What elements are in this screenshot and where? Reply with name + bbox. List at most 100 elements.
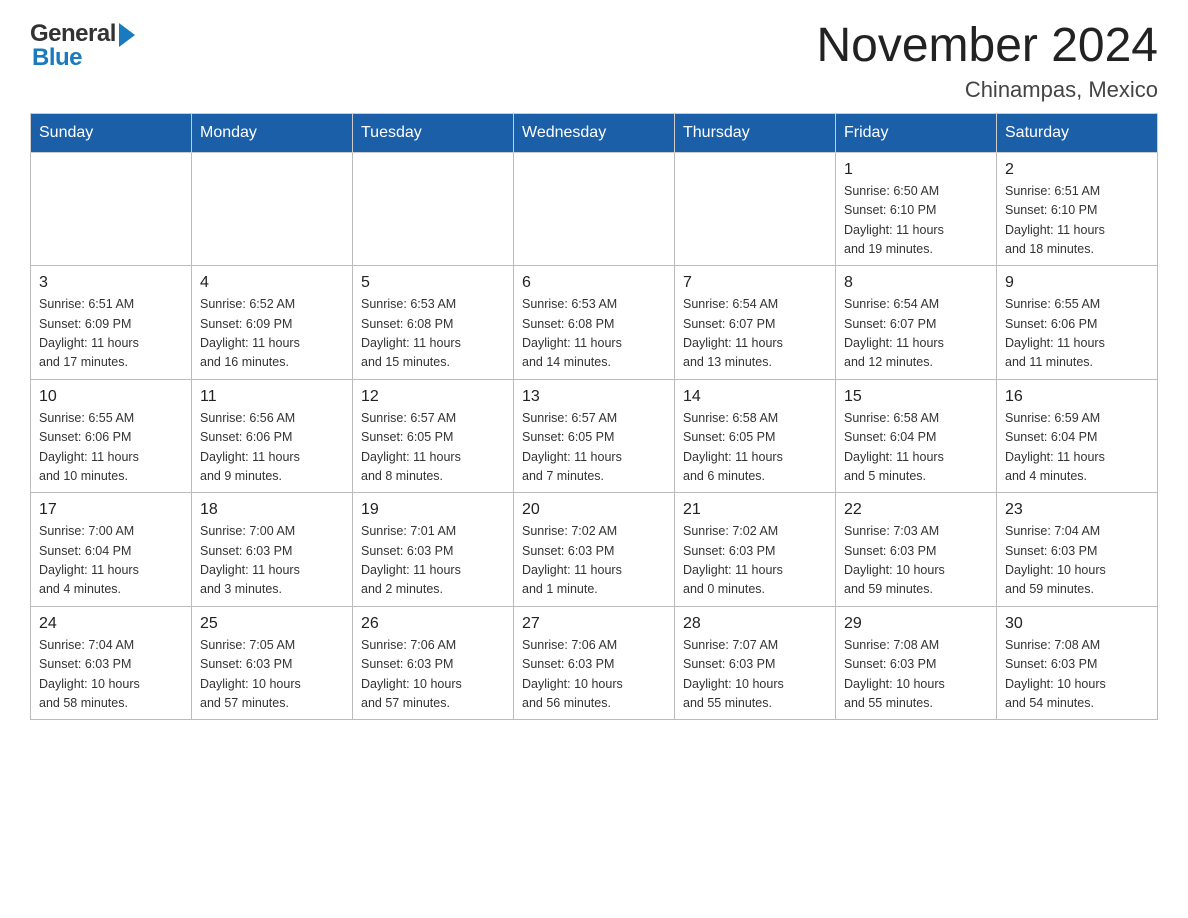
page-header: General Blue November 2024 Chinampas, Me… (30, 20, 1158, 103)
calendar-cell: 14 Sunrise: 6:58 AM Sunset: 6:05 PM Dayli… (675, 379, 836, 493)
day-info: Sunrise: 7:04 AM Sunset: 6:03 PM Dayligh… (39, 636, 183, 714)
day-number: 26 (361, 615, 505, 633)
calendar-cell: 5Sunrise: 6:53 AM Sunset: 6:08 PM Daylig… (353, 266, 514, 380)
day-info: Sunrise: 6:54 AM Sunset: 6:07 PM Dayligh… (844, 295, 988, 373)
calendar-week-1: 1 Sunrise: 6:50 AM Sunset: 6:10 PM Daylig… (31, 152, 1158, 266)
day-number: 19 (361, 501, 505, 519)
day-info: Sunrise: 6:58 AM Sunset: 6:05 PM Dayligh… (683, 409, 827, 487)
day-info: Sunrise: 6:58 AM Sunset: 6:04 PM Dayligh… (844, 409, 988, 487)
calendar-cell: 1 Sunrise: 6:50 AM Sunset: 6:10 PM Daylig… (836, 152, 997, 266)
logo-arrow-icon (119, 23, 135, 47)
day-info: Sunrise: 6:56 AM Sunset: 6:06 PM Dayligh… (200, 409, 344, 487)
day-info: Sunrise: 6:51 AM Sunset: 6:09 PM Dayligh… (39, 295, 183, 373)
calendar-week-5: 24 Sunrise: 7:04 AM Sunset: 6:03 PM Dayli… (31, 606, 1158, 720)
weekday-header-row: SundayMondayTuesdayWednesdayThursdayFrid… (31, 113, 1158, 152)
calendar-week-4: 17Sunrise: 7:00 AM Sunset: 6:04 PM Dayli… (31, 493, 1158, 607)
day-number: 16 (1005, 388, 1149, 406)
calendar-cell: 23 Sunrise: 7:04 AM Sunset: 6:03 PM Dayli… (997, 493, 1158, 607)
day-number: 10 (39, 388, 183, 406)
day-number: 29 (844, 615, 988, 633)
day-number: 25 (200, 615, 344, 633)
day-info: Sunrise: 6:59 AM Sunset: 6:04 PM Dayligh… (1005, 409, 1149, 487)
day-info: Sunrise: 7:07 AM Sunset: 6:03 PM Dayligh… (683, 636, 827, 714)
logo-blue-text: Blue (32, 44, 82, 72)
title-area: November 2024 Chinampas, Mexico (816, 20, 1158, 103)
calendar-cell: 21 Sunrise: 7:02 AM Sunset: 6:03 PM Dayli… (675, 493, 836, 607)
calendar-cell (675, 152, 836, 266)
calendar-cell (514, 152, 675, 266)
day-number: 18 (200, 501, 344, 519)
calendar-cell: 25 Sunrise: 7:05 AM Sunset: 6:03 PM Dayli… (192, 606, 353, 720)
day-number: 24 (39, 615, 183, 633)
calendar-cell: 13Sunrise: 6:57 AM Sunset: 6:05 PM Dayli… (514, 379, 675, 493)
calendar-cell (31, 152, 192, 266)
calendar-week-3: 10 Sunrise: 6:55 AM Sunset: 6:06 PM Dayli… (31, 379, 1158, 493)
day-number: 1 (844, 161, 988, 179)
day-number: 13 (522, 388, 666, 406)
weekday-header-thursday: Thursday (675, 113, 836, 152)
day-number: 22 (844, 501, 988, 519)
calendar-cell (192, 152, 353, 266)
calendar-cell: 18 Sunrise: 7:00 AM Sunset: 6:03 PM Dayli… (192, 493, 353, 607)
calendar-cell: 11Sunrise: 6:56 AM Sunset: 6:06 PM Dayli… (192, 379, 353, 493)
day-number: 6 (522, 274, 666, 292)
logo: General Blue (30, 20, 135, 72)
calendar-cell: 15 Sunrise: 6:58 AM Sunset: 6:04 PM Dayli… (836, 379, 997, 493)
day-number: 4 (200, 274, 344, 292)
calendar-cell: 2Sunrise: 6:51 AM Sunset: 6:10 PM Daylig… (997, 152, 1158, 266)
calendar-cell: 20Sunrise: 7:02 AM Sunset: 6:03 PM Dayli… (514, 493, 675, 607)
day-number: 23 (1005, 501, 1149, 519)
day-number: 28 (683, 615, 827, 633)
day-number: 15 (844, 388, 988, 406)
day-number: 20 (522, 501, 666, 519)
day-number: 14 (683, 388, 827, 406)
day-number: 7 (683, 274, 827, 292)
day-info: Sunrise: 6:50 AM Sunset: 6:10 PM Dayligh… (844, 182, 988, 260)
day-number: 2 (1005, 161, 1149, 179)
weekday-header-friday: Friday (836, 113, 997, 152)
calendar-cell: 22 Sunrise: 7:03 AM Sunset: 6:03 PM Dayli… (836, 493, 997, 607)
calendar-cell: 28 Sunrise: 7:07 AM Sunset: 6:03 PM Dayli… (675, 606, 836, 720)
calendar-cell: 29 Sunrise: 7:08 AM Sunset: 6:03 PM Dayli… (836, 606, 997, 720)
calendar-cell: 9 Sunrise: 6:55 AM Sunset: 6:06 PM Daylig… (997, 266, 1158, 380)
day-info: Sunrise: 7:06 AM Sunset: 6:03 PM Dayligh… (522, 636, 666, 714)
day-info: Sunrise: 6:54 AM Sunset: 6:07 PM Dayligh… (683, 295, 827, 373)
calendar-cell: 6 Sunrise: 6:53 AM Sunset: 6:08 PM Daylig… (514, 266, 675, 380)
calendar-table: SundayMondayTuesdayWednesdayThursdayFrid… (30, 113, 1158, 721)
day-info: Sunrise: 7:05 AM Sunset: 6:03 PM Dayligh… (200, 636, 344, 714)
day-info: Sunrise: 7:04 AM Sunset: 6:03 PM Dayligh… (1005, 522, 1149, 600)
weekday-header-monday: Monday (192, 113, 353, 152)
day-number: 27 (522, 615, 666, 633)
day-info: Sunrise: 6:57 AM Sunset: 6:05 PM Dayligh… (361, 409, 505, 487)
day-info: Sunrise: 6:55 AM Sunset: 6:06 PM Dayligh… (1005, 295, 1149, 373)
day-info: Sunrise: 6:52 AM Sunset: 6:09 PM Dayligh… (200, 295, 344, 373)
day-number: 3 (39, 274, 183, 292)
calendar-cell: 7 Sunrise: 6:54 AM Sunset: 6:07 PM Daylig… (675, 266, 836, 380)
calendar-title: November 2024 (816, 20, 1158, 73)
weekday-header-tuesday: Tuesday (353, 113, 514, 152)
calendar-cell: 17Sunrise: 7:00 AM Sunset: 6:04 PM Dayli… (31, 493, 192, 607)
calendar-cell: 16 Sunrise: 6:59 AM Sunset: 6:04 PM Dayli… (997, 379, 1158, 493)
calendar-cell: 24 Sunrise: 7:04 AM Sunset: 6:03 PM Dayli… (31, 606, 192, 720)
day-info: Sunrise: 7:00 AM Sunset: 6:03 PM Dayligh… (200, 522, 344, 600)
day-number: 30 (1005, 615, 1149, 633)
day-info: Sunrise: 7:08 AM Sunset: 6:03 PM Dayligh… (844, 636, 988, 714)
day-info: Sunrise: 7:01 AM Sunset: 6:03 PM Dayligh… (361, 522, 505, 600)
weekday-header-sunday: Sunday (31, 113, 192, 152)
day-info: Sunrise: 7:03 AM Sunset: 6:03 PM Dayligh… (844, 522, 988, 600)
day-number: 12 (361, 388, 505, 406)
weekday-header-saturday: Saturday (997, 113, 1158, 152)
calendar-cell: 3 Sunrise: 6:51 AM Sunset: 6:09 PM Daylig… (31, 266, 192, 380)
day-number: 21 (683, 501, 827, 519)
calendar-cell: 8Sunrise: 6:54 AM Sunset: 6:07 PM Daylig… (836, 266, 997, 380)
day-info: Sunrise: 7:06 AM Sunset: 6:03 PM Dayligh… (361, 636, 505, 714)
day-number: 9 (1005, 274, 1149, 292)
day-number: 17 (39, 501, 183, 519)
day-info: Sunrise: 7:02 AM Sunset: 6:03 PM Dayligh… (683, 522, 827, 600)
calendar-cell: 26 Sunrise: 7:06 AM Sunset: 6:03 PM Dayli… (353, 606, 514, 720)
day-info: Sunrise: 6:55 AM Sunset: 6:06 PM Dayligh… (39, 409, 183, 487)
day-number: 5 (361, 274, 505, 292)
calendar-cell: 10 Sunrise: 6:55 AM Sunset: 6:06 PM Dayli… (31, 379, 192, 493)
calendar-cell: 12 Sunrise: 6:57 AM Sunset: 6:05 PM Dayli… (353, 379, 514, 493)
day-info: Sunrise: 6:53 AM Sunset: 6:08 PM Dayligh… (522, 295, 666, 373)
